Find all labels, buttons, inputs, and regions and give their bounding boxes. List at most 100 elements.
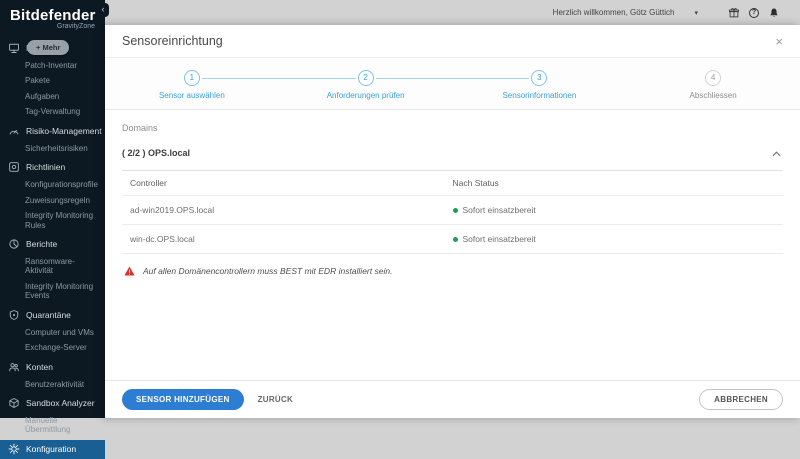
step-number: 4 — [705, 70, 722, 86]
welcome-text: Herzlich willkommen, Götz Güttich — [552, 8, 675, 17]
step-sensor-auswaehlen[interactable]: 1 Sensor auswählen — [105, 70, 279, 100]
sidebar-item-richtlinien[interactable]: Richtlinien — [0, 158, 105, 177]
sidebar-item-risiko-management[interactable]: Risiko-Management — [0, 122, 105, 141]
controller-status: Sofort einsatzbereit — [452, 205, 784, 215]
step-label: Anforderungen prüfen — [326, 91, 405, 100]
chevron-up-icon[interactable] — [772, 144, 781, 162]
accounts-icon — [8, 361, 21, 374]
sidebar-item-benutzeraktivitaet[interactable]: Benutzeraktivität — [0, 377, 105, 392]
sidebar-item-integrity-monitoring-events[interactable]: Integrity Monitoring Events — [0, 279, 105, 304]
step-anforderungen-pruefen[interactable]: 2 Anforderungen prüfen — [279, 70, 453, 100]
sidebar-item-pakete[interactable]: Pakete — [0, 73, 105, 88]
close-icon[interactable]: × — [775, 35, 783, 48]
sidebar-item-label: Konfiguration — [26, 443, 77, 454]
add-sensor-button[interactable]: SENSOR HINZUFÜGEN — [122, 389, 244, 410]
sidebar-item-konten[interactable]: Konten — [0, 358, 105, 377]
sidebar-item-label: Integrity Monitoring Events — [25, 281, 94, 301]
sidebar-nav: Netzwerk Patch-Inventar Pakete Aufgaben … — [0, 39, 105, 459]
bell-icon[interactable] — [768, 7, 780, 19]
table-header: Controller Nach Status — [122, 171, 783, 196]
sandbox-icon — [8, 397, 21, 410]
sidebar: Bitdefender GravityZone Netzwerk Patch-I… — [0, 0, 105, 459]
step-number: 2 — [357, 70, 374, 86]
controller-status: Sofort einsatzbereit — [452, 234, 784, 244]
sidebar-item-konfigurationsprofile[interactable]: Konfigurationsprofile — [0, 177, 105, 192]
sidebar-item-sandbox-analyzer[interactable]: Sandbox Analyzer — [0, 394, 105, 413]
sidebar-item-computer-und-vms[interactable]: Computer und VMs — [0, 325, 105, 340]
wizard-steps: 1 Sensor auswählen 2 Anforderungen prüfe… — [105, 58, 800, 110]
sidebar-item-quarantaene[interactable]: Quarantäne — [0, 306, 105, 325]
risk-icon — [8, 125, 21, 138]
sidebar-item-label: Richtlinien — [26, 162, 66, 173]
step-connector — [375, 78, 530, 79]
gift-icon[interactable] — [728, 7, 740, 19]
sidebar-item-label: Risiko-Management — [26, 125, 102, 136]
policies-icon — [8, 161, 21, 174]
sidebar-item-patch-inventar[interactable]: Patch-Inventar — [0, 58, 105, 73]
step-label: Sensorinformationen — [502, 91, 577, 100]
status-dot-icon — [452, 236, 458, 242]
sidebar-item-label: Konfigurationsprofile — [25, 180, 98, 190]
controller-name: ad-win2019.OPS.local — [130, 205, 215, 215]
sidebar-item-konfiguration[interactable]: Konfiguration — [0, 439, 105, 459]
step-connector — [201, 78, 356, 79]
column-header-status: Nach Status — [452, 178, 499, 188]
controller-name: win-dc.OPS.local — [130, 234, 195, 244]
reports-icon — [8, 238, 21, 251]
step-sensorinformationen[interactable]: 3 Sensorinformationen — [453, 70, 627, 100]
modal-title: Sensoreinrichtung — [122, 34, 223, 48]
help-icon[interactable]: ? — [748, 7, 760, 19]
sidebar-item-label: Computer und VMs — [25, 327, 94, 337]
sidebar-collapse-icon[interactable]: ‹ — [97, 3, 109, 17]
back-button[interactable]: ZURÜCK — [258, 395, 294, 404]
sidebar-item-berichte[interactable]: Berichte — [0, 235, 105, 254]
sidebar-item-label: Integrity Monitoring Rules — [25, 211, 94, 230]
brand-logo: Bitdefender GravityZone — [0, 0, 105, 34]
sidebar-item-manuelle-uebermittlung[interactable]: Manuelle Übermittlung — [0, 413, 105, 438]
cancel-button[interactable]: ABBRECHEN — [699, 389, 783, 410]
step-label: Abschliessen — [689, 91, 737, 100]
table-row[interactable]: ad-win2019.OPS.local Sofort einsatzberei… — [122, 196, 783, 225]
sidebar-item-label: Quarantäne — [26, 309, 71, 320]
domains-section-label: Domains — [122, 123, 158, 133]
network-icon — [8, 42, 21, 55]
sidebar-item-label: Sandbox Analyzer — [26, 398, 95, 408]
chevron-down-icon: ▾ — [694, 9, 698, 17]
step-abschliessen[interactable]: 4 Abschliessen — [626, 70, 800, 100]
sidebar-item-tag-verwaltung[interactable]: Tag-Verwaltung — [0, 104, 105, 119]
sidebar-item-integrity-monitoring-rules[interactable]: Integrity Monitoring Rules — [0, 208, 105, 233]
user-menu[interactable]: Herzlich willkommen, Götz Güttich ▾ — [553, 8, 698, 17]
sidebar-item-ransomware-aktivitaet[interactable]: Ransomware-Aktivität — [0, 254, 105, 279]
step-label: Sensor auswählen — [158, 91, 225, 100]
sidebar-item-label: Manuelle Übermittlung — [25, 416, 71, 435]
warning-message: Auf allen Domänencontrollern muss BEST m… — [122, 266, 783, 276]
step-number: 1 — [183, 70, 200, 86]
sidebar-item-label: Pakete — [25, 76, 50, 86]
sidebar-item-label: Patch-Inventar — [25, 61, 78, 70]
sidebar-item-label: Konten — [26, 361, 53, 372]
sidebar-item-sicherheitsrisiken[interactable]: Sicherheitsrisiken — [0, 141, 105, 156]
step-number: 3 — [531, 70, 548, 86]
sidebar-item-exchange-server[interactable]: Exchange-Server — [0, 340, 105, 355]
status-text: Sofort einsatzbereit — [462, 234, 536, 244]
brand-name: Bitdefender — [10, 7, 96, 24]
domain-group-header[interactable]: ( 2/2 ) OPS.local — [122, 133, 783, 171]
topbar: Herzlich willkommen, Götz Güttich ▾ ? — [105, 0, 800, 25]
warning-text: Auf allen Domänencontrollern muss BEST m… — [143, 266, 393, 276]
sidebar-item-zuweisungsregeln[interactable]: Zuweisungsregeln — [0, 193, 105, 208]
table-row[interactable]: win-dc.OPS.local Sofort einsatzbereit — [122, 225, 783, 254]
warning-triangle-icon — [124, 266, 135, 276]
column-header-controller: Controller — [130, 178, 167, 188]
sidebar-item-label: Ransomware-Aktivität — [25, 256, 75, 276]
modal-content: Domains ( 2/2 ) OPS.local Controller Nac… — [105, 123, 800, 276]
more-badge[interactable]: + Mehr — [27, 40, 70, 55]
sidebar-item-aufgaben[interactable]: Aufgaben — [0, 89, 105, 104]
sidebar-item-label: Aufgaben — [25, 91, 60, 101]
quarantine-icon — [8, 309, 21, 322]
topbar-icons: ? — [728, 7, 780, 19]
domain-group-title: ( 2/2 ) OPS.local — [122, 148, 191, 158]
sensor-setup-modal: Sensoreinrichtung × 1 Sensor auswählen 2… — [105, 25, 800, 418]
modal-footer: SENSOR HINZUFÜGEN ZURÜCK ABBRECHEN — [105, 380, 800, 418]
status-dot-icon — [452, 207, 458, 213]
sidebar-item-label: Zuweisungsregeln — [25, 195, 90, 205]
